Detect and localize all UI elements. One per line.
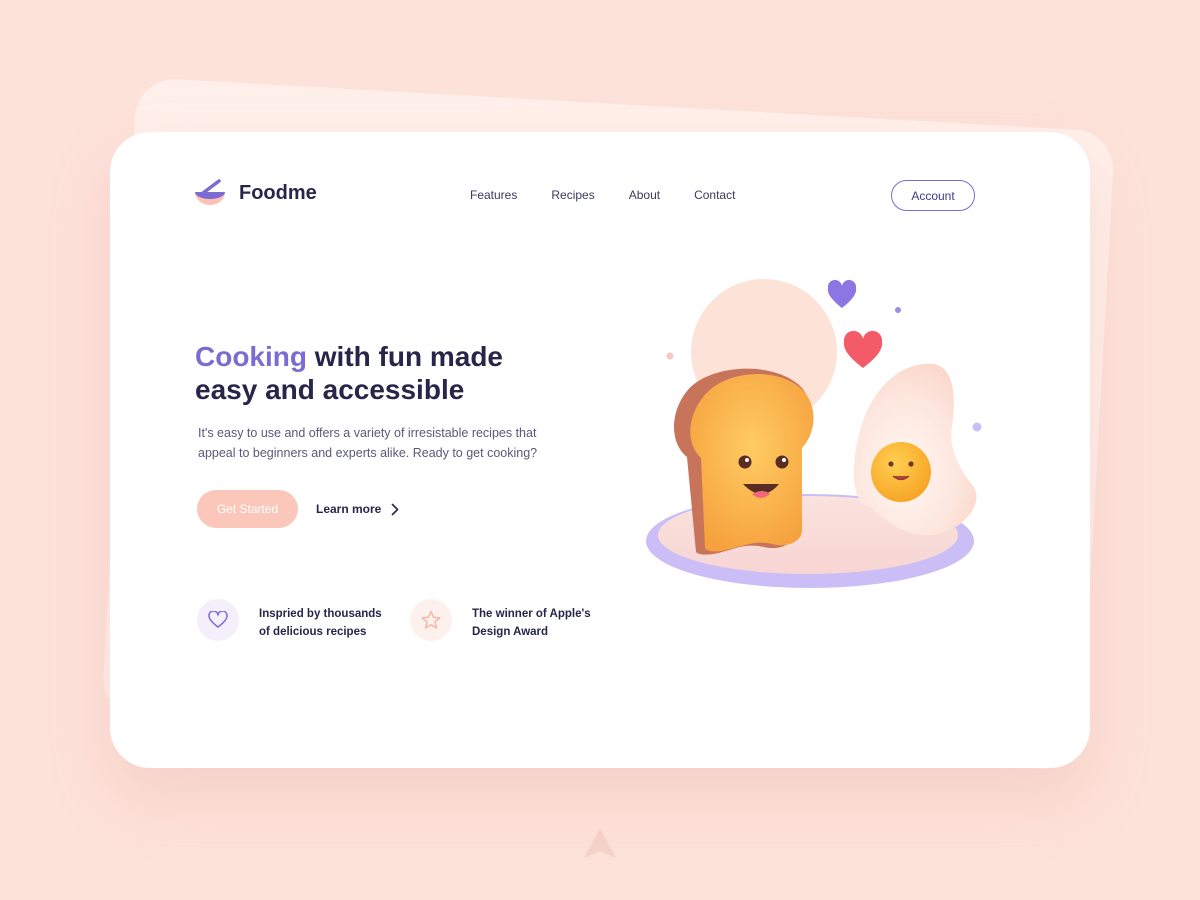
nav-features[interactable]: Features — [470, 188, 517, 202]
yolk-character — [871, 442, 931, 502]
purple-heart-icon — [827, 279, 857, 308]
nav-contact[interactable]: Contact — [694, 188, 735, 202]
account-button[interactable]: Account — [891, 180, 975, 211]
feature-text: The winner of Apple's Design Award — [472, 605, 602, 641]
feature-line1: Inspried by thousands — [259, 608, 382, 620]
learn-more-label: Learn more — [316, 502, 382, 516]
headline-accent: Cooking — [195, 341, 307, 372]
sparkle-dot — [895, 307, 901, 313]
toast-egg-illustration — [646, 279, 982, 588]
learn-more-link[interactable]: Learn more — [316, 502, 399, 516]
feature-line1: The winner of Apple's — [472, 608, 591, 620]
nav-about[interactable]: About — [629, 188, 660, 202]
sparkle-dot — [972, 422, 982, 432]
feature-line2: of delicious recipes — [259, 626, 367, 638]
feature-recipes: Inspried by thousands of delicious recip… — [197, 599, 389, 641]
heart-outline-icon — [208, 611, 228, 628]
headline-line2: easy and accessible — [195, 374, 465, 405]
bowl-logo-icon — [195, 179, 225, 205]
feature-icon-badge — [410, 599, 452, 641]
brand-name: Foodme — [239, 181, 317, 204]
red-heart-icon — [843, 330, 883, 368]
subtext-line2: appeal to beginners and experts alike. R… — [198, 446, 538, 460]
subtext-line1: It's easy to use and offers a variety of… — [198, 426, 537, 440]
main-nav: Features Recipes About Contact — [470, 188, 769, 202]
sparkle-dot — [666, 352, 674, 360]
page: Foodme Features Recipes About Contact Ac… — [0, 0, 1200, 900]
nav-recipes[interactable]: Recipes — [551, 188, 594, 202]
chevron-right-icon — [392, 503, 399, 515]
brand-watermark-icon — [584, 828, 616, 858]
hero-subtext: It's easy to use and offers a variety of… — [198, 423, 558, 463]
feature-line2: Design Award — [472, 626, 549, 638]
feature-text: Inspried by thousands of delicious recip… — [259, 605, 389, 641]
get-started-button[interactable]: Get Started — [197, 490, 298, 528]
headline-rest: with fun made — [307, 341, 503, 372]
landing-card: Foodme Features Recipes About Contact Ac… — [110, 132, 1090, 768]
feature-icon-badge — [197, 599, 239, 641]
star-outline-icon — [421, 610, 441, 629]
logo[interactable]: Foodme — [194, 176, 317, 210]
hero-headline: Cooking with fun made easy and accessibl… — [195, 340, 503, 406]
toast-character — [674, 368, 814, 555]
feature-award: The winner of Apple's Design Award — [410, 599, 602, 641]
